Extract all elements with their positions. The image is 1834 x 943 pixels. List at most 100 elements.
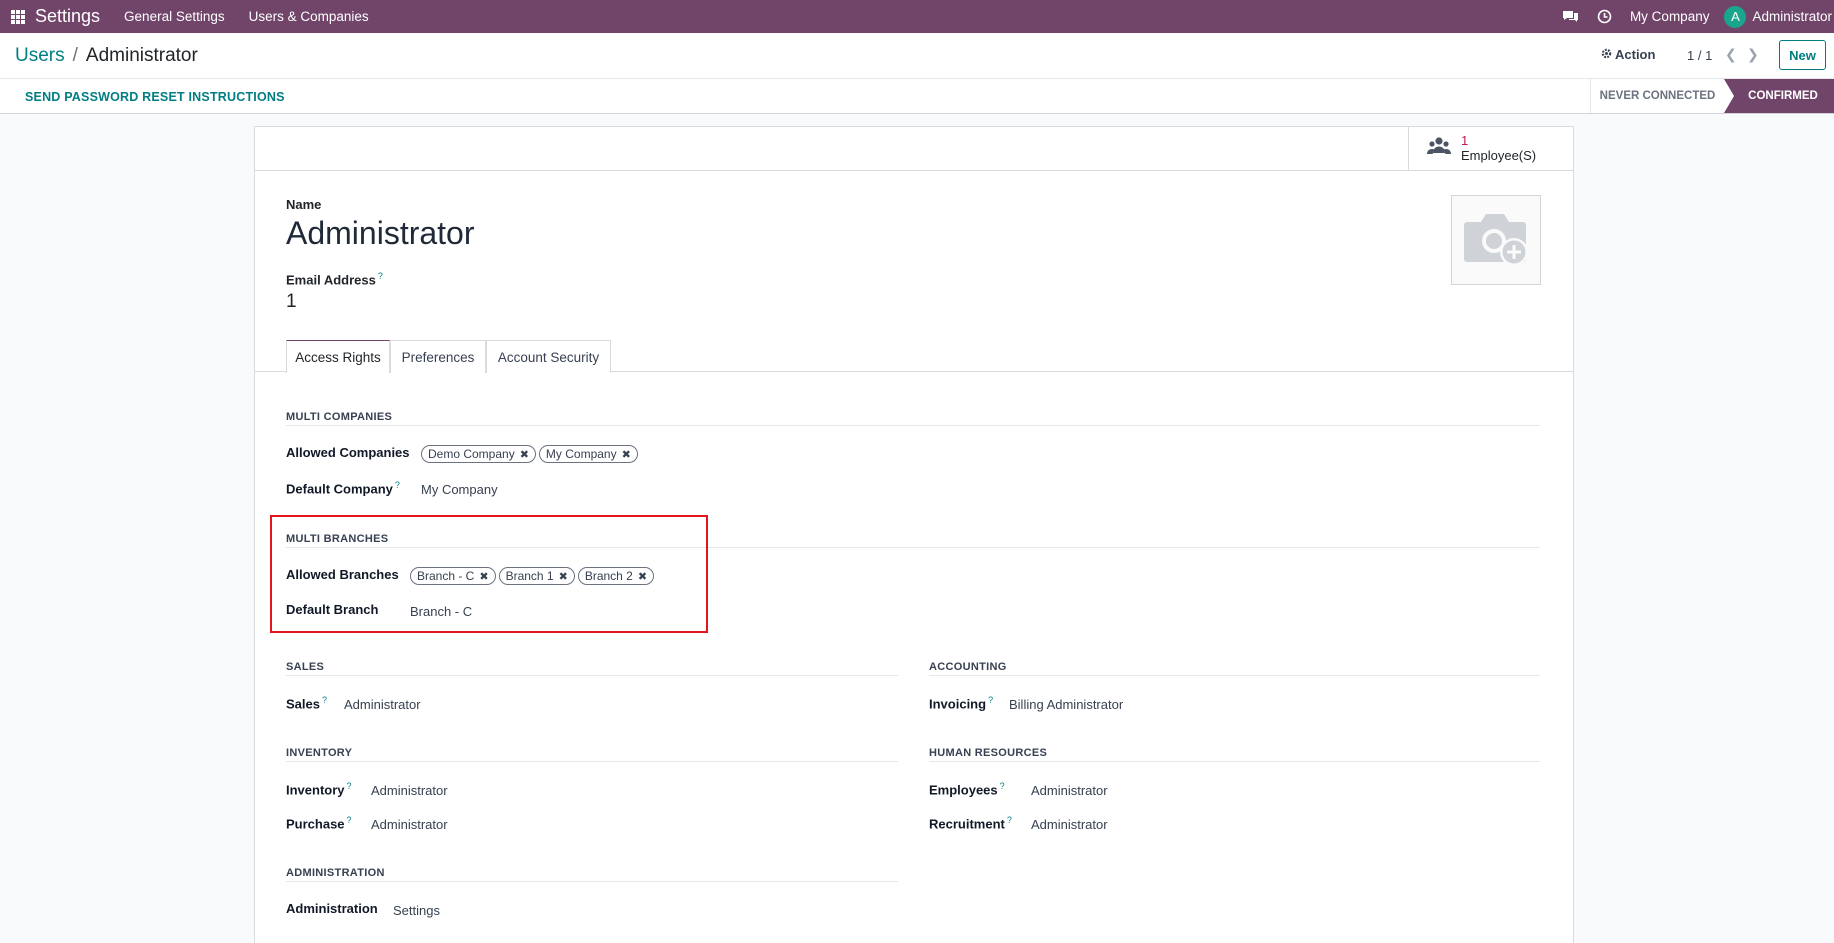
user-name: Administrator (1752, 9, 1832, 24)
button-box: 1 Employee(S) (255, 127, 1573, 171)
allowed-companies-label: Allowed Companies (286, 445, 410, 460)
remove-tag-icon[interactable]: ✖ (559, 570, 568, 583)
action-button[interactable]: Action (1601, 47, 1655, 62)
breadcrumb-current: Administrator (85, 45, 198, 66)
employee-count: 1 (1461, 133, 1469, 148)
help-tooltip-icon[interactable]: ? (1007, 815, 1012, 825)
app-name[interactable]: Settings (35, 6, 100, 27)
invoicing-label: Invoicing? (929, 695, 993, 711)
action-label: Action (1615, 47, 1656, 62)
tag-demo-company: Demo Company ✖ (421, 445, 536, 463)
purchase-label-text: Purchase (286, 816, 345, 832)
send-password-reset-button[interactable]: SEND PASSWORD RESET INSTRUCTIONS (25, 90, 285, 104)
purchase-field[interactable]: Administrator (371, 817, 448, 832)
status-bar: SEND PASSWORD RESET INSTRUCTIONS NEVER C… (0, 78, 1834, 114)
tag-label: Branch 1 (505, 569, 554, 583)
sales-label: Sales? (286, 695, 327, 711)
breadcrumb-separator: / (72, 45, 78, 66)
employee-label: Employee(S) (1461, 148, 1537, 163)
sales-label-text: Sales (286, 696, 320, 712)
group-divider (929, 761, 1540, 762)
tag-label: Branch - C (417, 569, 475, 583)
group-multi-branches-title: MULTI BRANCHES (286, 533, 389, 545)
help-tooltip-icon[interactable]: ? (347, 781, 352, 791)
tab-preferences[interactable]: Preferences (390, 340, 486, 373)
recruitment-label: Recruitment? (929, 815, 1012, 831)
group-sales-title: SALES (286, 661, 325, 673)
user-menu[interactable]: A Administrator (1724, 5, 1834, 28)
camera-plus-icon (1461, 208, 1531, 273)
inventory-field[interactable]: Administrator (371, 783, 448, 798)
notebook-tabs: Access Rights Preferences Account Securi… (255, 340, 1573, 373)
tag-my-company: My Company ✖ (538, 445, 638, 463)
allowed-companies-field[interactable]: Demo Company ✖ My Company ✖ (421, 445, 638, 463)
pager-next-icon[interactable]: ❯ (1747, 46, 1759, 63)
default-branch-label: Default Branch (286, 602, 379, 617)
name-label: Name (286, 197, 322, 212)
group-divider (286, 881, 898, 882)
top-navbar: Settings General Settings Users & Compan… (0, 0, 1834, 33)
pager-value[interactable]: 1 / 1 (1687, 48, 1712, 63)
administration-field[interactable]: Settings (393, 903, 440, 918)
photo-upload[interactable] (1451, 195, 1541, 285)
recruitment-field[interactable]: Administrator (1031, 817, 1108, 832)
tag-branch-c: Branch - C ✖ (410, 567, 496, 585)
stage-confirmed[interactable]: CONFIRMED (1724, 79, 1834, 113)
clock-icon[interactable] (1597, 9, 1612, 24)
help-tooltip-icon[interactable]: ? (378, 271, 383, 281)
group-human-resources-title: HUMAN RESOURCES (929, 747, 1048, 759)
sales-field[interactable]: Administrator (344, 697, 421, 712)
help-tooltip-icon[interactable]: ? (347, 815, 352, 825)
menu-general-settings[interactable]: General Settings (124, 9, 225, 24)
recruitment-label-text: Recruitment (929, 816, 1005, 832)
default-company-field[interactable]: My Company (421, 482, 498, 497)
help-tooltip-icon[interactable]: ? (1000, 781, 1005, 791)
remove-tag-icon[interactable]: ✖ (520, 448, 529, 461)
chat-icon[interactable] (1562, 9, 1579, 24)
allowed-branches-label: Allowed Branches (286, 567, 399, 582)
gear-icon (1601, 47, 1612, 62)
tag-branch-2: Branch 2 ✖ (577, 567, 655, 585)
pager-previous-icon[interactable]: ❮ (1725, 46, 1737, 63)
group-divider (286, 547, 1540, 548)
menu-users-companies[interactable]: Users & Companies (249, 9, 369, 24)
group-divider (286, 425, 1540, 426)
group-divider (929, 675, 1540, 676)
group-accounting-title: ACCOUNTING (929, 661, 1007, 673)
apps-menu-icon[interactable] (11, 9, 25, 24)
employees-label: Employees? (929, 781, 1005, 797)
tag-label: Branch 2 (584, 569, 633, 583)
group-multi-companies-title: MULTI COMPANIES (286, 411, 393, 423)
company-switcher[interactable]: My Company (1630, 9, 1710, 24)
tag-label: My Company (545, 447, 617, 461)
remove-tag-icon[interactable]: ✖ (479, 570, 488, 583)
help-tooltip-icon[interactable]: ? (322, 695, 327, 705)
name-field[interactable]: Administrator (286, 215, 475, 252)
help-tooltip-icon[interactable]: ? (395, 480, 400, 490)
remove-tag-icon[interactable]: ✖ (638, 570, 647, 583)
new-button[interactable]: New (1779, 40, 1826, 70)
allowed-branches-field[interactable]: Branch - C ✖ Branch 1 ✖ Branch 2 ✖ (410, 567, 655, 585)
tab-access-rights[interactable]: Access Rights (286, 340, 390, 373)
stage-never-connected[interactable]: NEVER CONNECTED (1590, 79, 1724, 113)
employees-label-text: Employees (929, 782, 998, 798)
tab-account-security[interactable]: Account Security (486, 340, 611, 373)
breadcrumb: Users / Administrator (15, 45, 198, 67)
tag-branch-1: Branch 1 ✖ (498, 567, 575, 585)
breadcrumb-users[interactable]: Users (15, 45, 65, 67)
employees-smart-button[interactable]: 1 Employee(S) (1408, 127, 1573, 170)
group-administration-title: ADMINISTRATION (286, 867, 385, 879)
email-field[interactable]: 1 (286, 291, 297, 313)
help-tooltip-icon[interactable]: ? (988, 695, 993, 705)
default-branch-field[interactable]: Branch - C (410, 604, 472, 619)
email-label-text: Email Address (286, 272, 376, 288)
group-divider (286, 761, 898, 762)
invoicing-field[interactable]: Billing Administrator (1009, 697, 1123, 712)
group-divider (286, 675, 898, 676)
purchase-label: Purchase? (286, 815, 352, 831)
control-panel: Users / Administrator Action 1 / 1 ❮ ❯ N… (0, 33, 1834, 78)
default-company-label-text: Default Company (286, 481, 393, 497)
remove-tag-icon[interactable]: ✖ (622, 448, 631, 461)
inventory-label: Inventory? (286, 781, 352, 797)
employees-field[interactable]: Administrator (1031, 783, 1108, 798)
